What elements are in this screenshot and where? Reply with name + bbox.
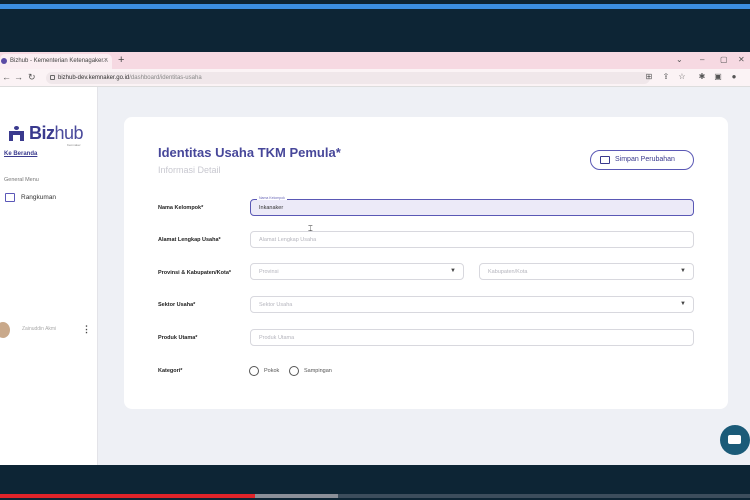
page-title: Identitas Usaha TKM Pemula* — [158, 145, 341, 160]
save-button[interactable]: Simpan Perubahan — [590, 150, 694, 170]
menu-section-label: General Menu — [4, 177, 39, 183]
url-field[interactable]: bizhub-dev.kemnaker.go.id/dashboard/iden… — [46, 72, 650, 84]
nama-kelompok-floating-label: Nama Kelompok — [257, 196, 287, 200]
sidebar: Bizhub Kemnaker Ke Beranda General Menu … — [0, 87, 98, 465]
nama-kelompok-input[interactable]: Nama Kelompok Inkanaker — [250, 196, 694, 216]
nama-kelompok-label: Nama Kelompok* — [158, 205, 204, 211]
lock-icon — [50, 75, 55, 80]
browser-tabstrip: Bizhub - Kementerian Ketenagaker... × + … — [0, 52, 750, 69]
produk-input[interactable]: Produk Utama — [250, 329, 694, 346]
sidebar-item-label: Rangkuman — [21, 194, 57, 201]
sektor-placeholder: Sektor Usaha — [259, 302, 293, 308]
avatar — [0, 322, 10, 338]
tab-close-icon[interactable]: × — [104, 57, 108, 64]
video-top-accent — [0, 4, 750, 9]
sektor-select[interactable]: Sektor Usaha ▼ — [250, 296, 694, 313]
provinsi-select[interactable]: Provinsi ▼ — [250, 263, 464, 280]
page-subtitle: Informasi Detail — [158, 165, 221, 175]
tab-title: Bizhub - Kementerian Ketenagaker... — [10, 58, 109, 64]
provinsi-kabupaten-label: Provinsi & Kabupaten/Kota* — [158, 270, 232, 276]
logo-text: Bizhub — [29, 123, 84, 144]
chevron-down-icon: ▼ — [450, 268, 456, 274]
translate-icon[interactable]: ⊞ — [645, 73, 653, 81]
video-progress-played[interactable] — [0, 494, 255, 498]
alamat-input[interactable]: Alamat Lengkap Usaha — [250, 231, 694, 248]
logo-text-bold: Biz — [29, 123, 55, 143]
logo-subtext: Kemnaker — [67, 143, 81, 147]
form-card: Identitas Usaha TKM Pemula* Informasi De… — [124, 117, 728, 409]
mouse-cursor-icon: ⌶ — [308, 224, 313, 233]
video-progress-remaining — [338, 494, 750, 498]
maximize-icon[interactable]: ▢ — [720, 55, 728, 64]
radio-circle-icon — [289, 366, 299, 376]
folder-icon — [600, 156, 610, 164]
radio-pokok[interactable]: Pokok — [249, 366, 280, 376]
chat-bubble-button[interactable] — [720, 425, 750, 455]
browser-tab[interactable]: Bizhub - Kementerian Ketenagaker... × — [0, 54, 112, 69]
sidebar-item-rangkuman[interactable]: Rangkuman — [4, 192, 84, 204]
produk-placeholder: Produk Utama — [259, 335, 295, 341]
chevron-down-icon: ▼ — [680, 268, 686, 274]
radio-pokok-label: Pokok — [264, 368, 280, 374]
sektor-label: Sektor Usaha* — [158, 302, 196, 308]
new-tab-button[interactable]: + — [118, 54, 124, 66]
profile-icon[interactable]: ● — [730, 73, 738, 81]
alamat-label: Alamat Lengkap Usaha* — [158, 237, 221, 243]
bookmark-star-icon[interactable]: ☆ — [678, 73, 686, 81]
user-profile: Zainuddin Akmi ⋮ — [0, 322, 95, 338]
forward-arrow-icon[interactable]: → — [14, 72, 23, 82]
kabupaten-select[interactable]: Kabupaten/Kota ▼ — [479, 263, 694, 280]
reload-icon[interactable]: ↻ — [28, 72, 36, 83]
logo-mark-icon — [9, 126, 24, 141]
url-host: bizhub-dev.kemnaker.go.id — [58, 75, 130, 81]
share-icon[interactable]: ⇪ — [662, 73, 670, 81]
url-path: /dashboard/identitas-usaha — [129, 75, 202, 81]
radio-sampingan[interactable]: Sampingan — [289, 366, 332, 376]
kategori-label: Kategori* — [158, 368, 183, 374]
save-button-label: Simpan Perubahan — [615, 156, 675, 163]
chevron-down-icon: ▼ — [680, 301, 686, 307]
close-window-icon[interactable]: ✕ — [738, 55, 745, 64]
tab-search-icon[interactable]: ⌄ — [676, 55, 683, 64]
favicon-icon — [1, 58, 7, 64]
video-progress-buffered — [255, 494, 338, 498]
kabupaten-placeholder: Kabupaten/Kota — [488, 269, 528, 275]
logo-text-light: hub — [54, 123, 84, 143]
alamat-placeholder: Alamat Lengkap Usaha — [259, 237, 317, 243]
user-name: Zainuddin Akmi — [22, 326, 57, 332]
address-bar-row: ← → ↻ bizhub-dev.kemnaker.go.id/dashboar… — [0, 69, 750, 87]
extensions-icon[interactable]: ✱ — [698, 73, 706, 81]
home-link[interactable]: Ke Beranda — [4, 151, 37, 157]
provinsi-placeholder: Provinsi — [259, 269, 279, 275]
radio-sampingan-label: Sampingan — [304, 368, 332, 374]
video-bottom-bar — [0, 465, 750, 500]
side-panel-icon[interactable]: ▣ — [714, 73, 722, 81]
video-top-bar — [0, 0, 750, 52]
user-menu-icon[interactable]: ⋮ — [82, 324, 91, 335]
page-viewport: Bizhub Kemnaker Ke Beranda General Menu … — [0, 87, 750, 465]
store-icon — [5, 193, 15, 202]
back-arrow-icon[interactable]: ← — [2, 72, 11, 82]
radio-circle-icon — [249, 366, 259, 376]
minimize-icon[interactable]: – — [700, 55, 704, 64]
produk-label: Produk Utama* — [158, 335, 198, 341]
nama-kelompok-value: Inkanaker — [259, 205, 284, 211]
chat-icon — [728, 435, 741, 444]
